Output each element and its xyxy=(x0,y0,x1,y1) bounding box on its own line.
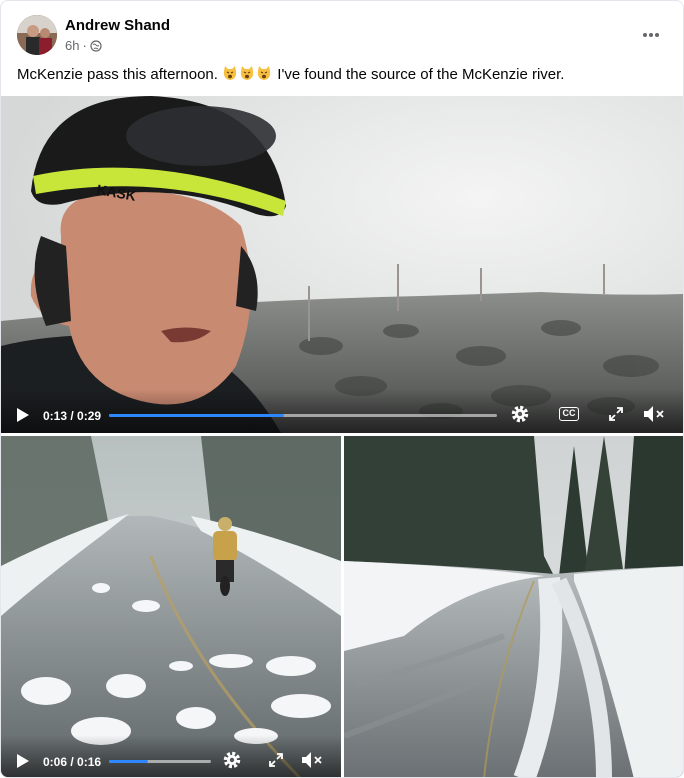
weary-cat-face-emoji xyxy=(258,66,271,80)
video-player-main[interactable]: KASK 0:13 / 0:29 CC xyxy=(1,96,683,433)
progress-bar[interactable] xyxy=(109,414,497,417)
mute-button[interactable] xyxy=(641,402,667,426)
more-options-button[interactable] xyxy=(639,23,663,47)
play-icon xyxy=(17,754,29,768)
video-time: 0:06 / 0:16 xyxy=(43,755,102,769)
mute-icon xyxy=(302,752,322,768)
post-time[interactable]: 6h xyxy=(65,38,79,53)
settings-button[interactable] xyxy=(509,403,531,425)
fullscreen-button[interactable] xyxy=(265,749,287,771)
meta-separator: · xyxy=(82,38,87,53)
photo-frame-snowy-road xyxy=(344,436,683,777)
photo-snowy-road[interactable] xyxy=(344,436,683,777)
fullscreen-icon xyxy=(609,407,623,421)
post-meta: 6h · xyxy=(65,38,102,53)
caption-text-end: I've found the source of the McKenzie ri… xyxy=(277,66,565,83)
play-button[interactable] xyxy=(11,749,35,773)
globe-icon[interactable] xyxy=(90,39,102,52)
video-controls: 0:06 / 0:16 xyxy=(1,735,341,777)
weary-cat-face-emoji xyxy=(241,66,254,80)
progress-bar[interactable] xyxy=(109,760,211,763)
post-header: Andrew Shand 6h · xyxy=(17,15,669,59)
video-player-second[interactable]: 0:06 / 0:16 xyxy=(1,436,341,777)
post-caption: McKenzie pass this afternoon. I've found… xyxy=(17,65,667,85)
progress-fill xyxy=(109,414,284,417)
settings-icon xyxy=(223,751,241,769)
fullscreen-button[interactable] xyxy=(605,403,627,425)
video-frame-flooded-road xyxy=(1,436,341,777)
caption-text-start: McKenzie pass this afternoon. xyxy=(17,66,218,83)
author-avatar[interactable] xyxy=(17,15,57,55)
video-controls: 0:13 / 0:29 CC xyxy=(1,389,683,433)
caption-emojis xyxy=(222,66,277,83)
captions-icon: CC xyxy=(559,407,579,421)
settings-button[interactable] xyxy=(221,749,243,771)
captions-button[interactable]: CC xyxy=(557,404,581,424)
feed-post: Andrew Shand 6h · McKenzie pass this aft… xyxy=(0,0,684,778)
play-button[interactable] xyxy=(11,403,35,427)
mute-button[interactable] xyxy=(299,748,325,772)
video-frame-cyclist-selfie: KASK xyxy=(1,96,683,433)
mute-icon xyxy=(644,406,664,422)
author-name[interactable]: Andrew Shand xyxy=(65,17,170,34)
settings-icon xyxy=(511,405,529,423)
weary-cat-face-emoji xyxy=(224,66,237,80)
video-time: 0:13 / 0:29 xyxy=(43,409,102,423)
play-icon xyxy=(17,408,29,422)
progress-fill xyxy=(109,760,148,763)
fullscreen-icon xyxy=(269,753,283,767)
more-dots-icon xyxy=(643,33,659,37)
